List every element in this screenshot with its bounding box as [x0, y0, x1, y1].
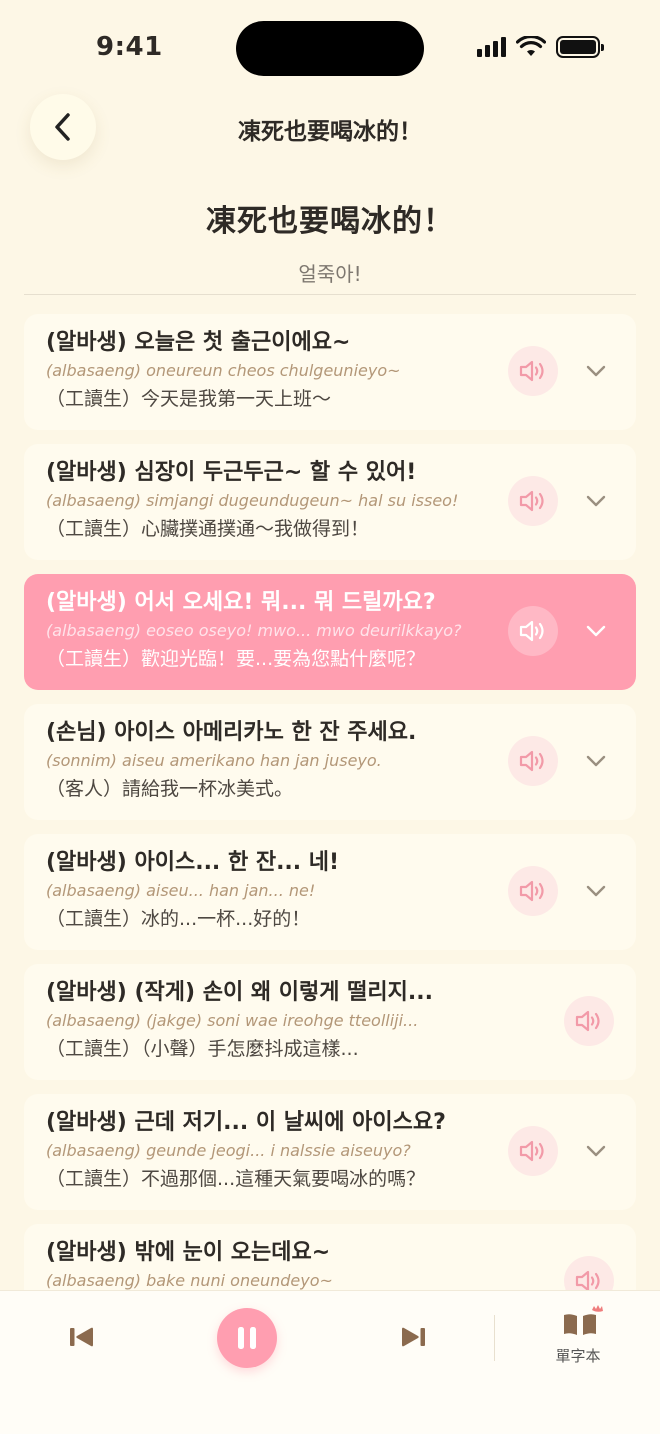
play-audio-button[interactable] — [508, 606, 558, 656]
play-audio-button[interactable] — [564, 996, 614, 1046]
chevron-down-icon — [586, 625, 606, 637]
speaker-icon — [519, 490, 544, 512]
dialogue-list[interactable]: (알바생) 오늘은 첫 출근이에요~ (albasaeng) oneureun c… — [24, 314, 636, 1290]
play-audio-button[interactable] — [508, 736, 558, 786]
chinese-translation: （工讀生）（小聲）手怎麼抖成這樣... — [46, 1038, 359, 1060]
pause-icon — [238, 1327, 256, 1349]
chevron-down-icon — [586, 495, 606, 507]
expand-button[interactable] — [586, 881, 606, 901]
signal-icon — [477, 37, 506, 57]
speaker-icon — [519, 360, 544, 382]
romanization-line: (albasaeng) (jakge) soni wae ireohge tte… — [46, 1011, 419, 1030]
speaker-icon — [575, 1270, 600, 1290]
speaker-icon — [519, 750, 544, 772]
speaker-icon — [519, 880, 544, 902]
dialogue-card[interactable]: (알바생) 어서 오세요! 뭐... 뭐 드릴까요? (albasaeng) eo… — [24, 574, 636, 690]
lesson-header: 凍死也要喝冰的！ 얼죽아! — [0, 196, 660, 287]
bar-divider — [494, 1315, 495, 1361]
dialogue-card[interactable]: (알바생) 근데 저기... 이 날씨에 아이스요? (albasaeng) ge… — [24, 1094, 636, 1210]
expand-button[interactable] — [586, 751, 606, 771]
previous-track-button[interactable] — [69, 1327, 95, 1347]
divider — [24, 294, 636, 295]
korean-line: (알바생) (작게) 손이 왜 이렇게 떨리지... — [46, 980, 433, 1005]
dialogue-card[interactable]: (알바생) 심장이 두근두근~ 할 수 있어! (albasaeng) simja… — [24, 444, 636, 560]
expand-button[interactable] — [586, 621, 606, 641]
status-time: 9:41 — [96, 32, 163, 62]
expand-button[interactable] — [586, 1141, 606, 1161]
wifi-icon — [516, 36, 546, 56]
status-icons — [477, 36, 604, 58]
nav-bar: 凍死也要喝冰的！ — [0, 94, 660, 160]
romanization-line: (albasaeng) bake nuni oneundeyo~ — [46, 1271, 333, 1290]
speaker-icon — [519, 620, 544, 642]
dialogue-card[interactable]: (알바생) 오늘은 첫 출근이에요~ (albasaeng) oneureun c… — [24, 314, 636, 430]
pause-button[interactable] — [217, 1308, 277, 1368]
vocabulary-book-label: 單字本 — [555, 1347, 601, 1365]
play-audio-button[interactable] — [508, 346, 558, 396]
status-bar: 9:41 — [0, 0, 660, 96]
play-audio-button[interactable] — [508, 1126, 558, 1176]
chevron-down-icon — [586, 755, 606, 767]
play-audio-button[interactable] — [508, 476, 558, 526]
next-track-button[interactable] — [400, 1327, 426, 1347]
expand-button[interactable] — [586, 491, 606, 511]
page-subtitle: 얼죽아! — [298, 262, 362, 286]
dynamic-island — [236, 21, 424, 76]
dialogue-card[interactable]: (알바생) 아이스... 한 잔... 네! (albasaeng) aiseu.… — [24, 834, 636, 950]
chevron-down-icon — [586, 1145, 606, 1157]
open-book-icon — [564, 1305, 603, 1335]
play-audio-button[interactable] — [508, 866, 558, 916]
korean-line: (알바생) 밖에 눈이 오는데요~ — [46, 1240, 331, 1265]
dialogue-card[interactable]: (알바생) 밖에 눈이 오는데요~ (albasaeng) bake nuni o… — [24, 1224, 636, 1290]
page-title: 凍死也要喝冰的！ — [206, 204, 454, 239]
vocabulary-book-button[interactable]: 單字本 — [536, 1305, 620, 1375]
player-bar: 單字本 — [0, 1290, 660, 1434]
nav-title: 凍死也要喝冰的！ — [238, 119, 422, 145]
chevron-down-icon — [586, 885, 606, 897]
chevron-down-icon — [586, 365, 606, 377]
expand-button[interactable] — [586, 361, 606, 381]
speaker-icon — [519, 1140, 544, 1162]
speaker-icon — [575, 1010, 600, 1032]
dialogue-card[interactable]: (알바생) (작게) 손이 왜 이렇게 떨리지... (albasaeng) (j… — [24, 964, 636, 1080]
battery-icon — [556, 36, 604, 58]
dialogue-card[interactable]: (손님) 아이스 아메리카노 한 잔 주세요. (sonnim) aiseu am… — [24, 704, 636, 820]
